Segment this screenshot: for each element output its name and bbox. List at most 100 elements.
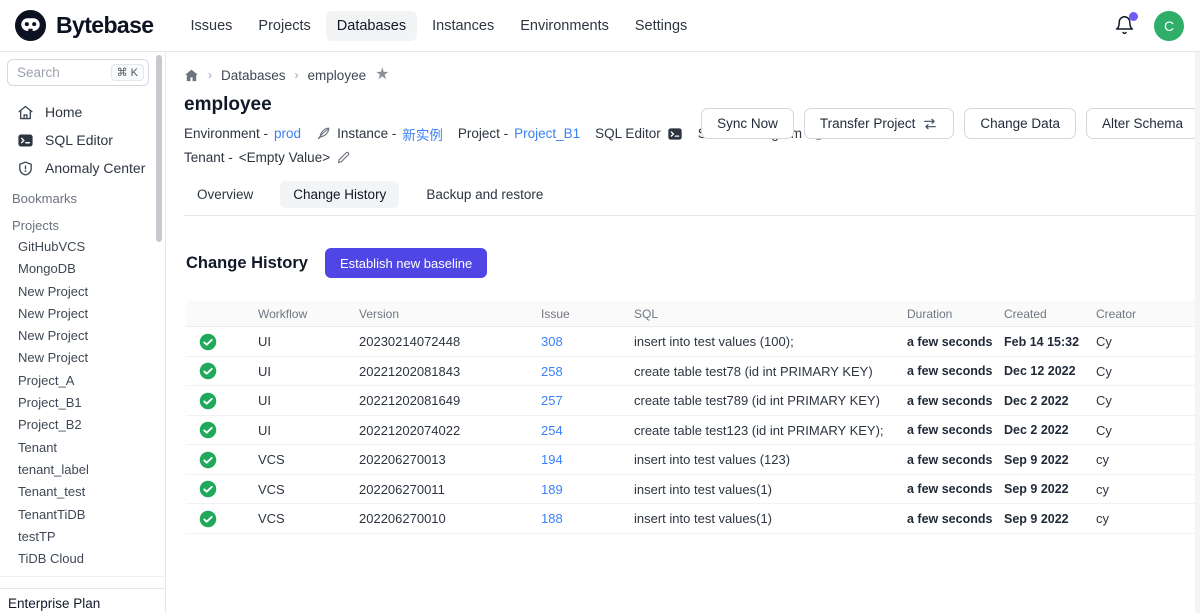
status-success-icon [186,480,258,498]
cell-version: 20221202074022 [359,423,541,438]
instance-link[interactable]: 新实例 [402,124,443,144]
cell-workflow: VCS [258,511,359,526]
top-bar-right: C [1114,11,1184,41]
sidebar-section-projects: Projects [0,209,165,236]
app-window: Bytebase IssuesProjectsDatabasesInstance… [0,0,1200,613]
search-input[interactable]: Search ⌘ K [7,59,149,86]
alter-schema-button[interactable]: Alter Schema [1086,108,1199,139]
cell-issue-link[interactable]: 308 [541,334,634,349]
change-history-section: Change History Establish new baseline Wo… [180,240,1200,534]
cell-issue-link[interactable]: 254 [541,423,634,438]
environment-link[interactable]: prod [274,126,301,141]
cell-issue-link[interactable]: 194 [541,452,634,467]
cell-creator: cy [1096,482,1195,497]
cell-workflow: UI [258,364,359,379]
table-row[interactable]: VCS 202206270013 194 insert into test va… [186,445,1195,475]
status-success-icon [186,451,258,469]
edit-tenant-pencil-icon[interactable] [336,150,351,165]
cell-workflow: VCS [258,452,359,467]
transfer-arrows-icon [922,116,938,132]
avatar[interactable]: C [1154,11,1184,41]
top-bar: Bytebase IssuesProjectsDatabasesInstance… [0,0,1200,52]
page-scrollbar[interactable] [1195,52,1200,613]
breadcrumb-item-databases[interactable]: Databases [221,68,286,83]
favorite-star-icon[interactable]: ★ [375,67,389,83]
sidebar-project-item[interactable]: GitHubVCS [0,236,165,258]
transfer-project-button[interactable]: Transfer Project [804,108,955,139]
table-row[interactable]: UI 20221202081843 258 create table test7… [186,357,1195,387]
cell-created: Sep 9 2022 [1004,512,1096,526]
column-created: Created [1004,307,1096,321]
notification-dot [1129,12,1138,21]
cell-workflow: UI [258,334,359,349]
sidebar-item-label: SQL Editor [45,132,113,148]
cell-issue-link[interactable]: 188 [541,511,634,526]
cell-creator: Cy [1096,364,1195,379]
sidebar-project-item[interactable]: Project_A [0,370,165,392]
engine-icon [316,126,331,141]
sidebar-project-item[interactable]: Project_B1 [0,392,165,414]
table-row[interactable]: VCS 202206270010 188 insert into test va… [186,504,1195,534]
notifications-button[interactable] [1114,15,1136,37]
cell-duration: a few seconds [907,335,1004,349]
sidebar-item-home[interactable]: Home [0,98,165,126]
table-row[interactable]: UI 20221202081649 257 create table test7… [186,386,1195,416]
tab[interactable]: Overview [184,181,266,208]
cell-duration: a few seconds [907,394,1004,408]
table-row[interactable]: VCS 202206270011 189 insert into test va… [186,475,1195,505]
status-success-icon [186,392,258,410]
sidebar-project-item[interactable]: New Project [0,347,165,369]
sync-now-button[interactable]: Sync Now [701,108,794,139]
sidebar-project-item[interactable]: Project_B2 [0,414,165,436]
cell-creator: Cy [1096,423,1195,438]
sidebar-item-anomaly-center[interactable]: Anomaly Center [0,154,165,182]
top-nav-item[interactable]: Environments [509,11,620,41]
breadcrumb-item-employee[interactable]: employee [308,68,367,83]
meta-sql-editor-link[interactable]: SQL Editor [595,126,683,142]
cell-creator: Cy [1096,334,1195,349]
brand-home-link[interactable]: Bytebase [14,9,153,42]
sidebar-section-bookmarks: Bookmarks [0,182,165,209]
sidebar-project-item[interactable]: MongoDB [0,258,165,280]
project-link[interactable]: Project_B1 [514,126,580,141]
sidebar-project-item[interactable]: TenantTiDB [0,504,165,526]
table-row[interactable]: UI 20230214072448 308 insert into test v… [186,327,1195,357]
top-nav-item[interactable]: Issues [179,11,243,41]
cell-creator: cy [1096,511,1195,526]
tab[interactable]: Backup and restore [413,181,556,208]
column-version: Version [359,307,541,321]
sql-editor-icon [17,132,34,149]
establish-baseline-button[interactable]: Establish new baseline [325,248,487,278]
sidebar-scrollbar[interactable] [156,55,162,242]
meta-instance: Instance - 新实例 [316,124,443,144]
cell-issue-link[interactable]: 258 [541,364,634,379]
tab[interactable]: Change History [280,181,399,208]
sidebar-project-item[interactable]: New Project [0,281,165,303]
column-creator: Creator [1096,307,1195,321]
table-row[interactable]: UI 20221202074022 254 create table test1… [186,416,1195,446]
sidebar-project-item[interactable]: Tenant [0,437,165,459]
sidebar-project-item[interactable]: TiDB Cloud [0,548,165,570]
cell-creator: Cy [1096,393,1195,408]
top-nav-item[interactable]: Instances [421,11,505,41]
sidebar-project-item[interactable]: tenant_label [0,459,165,481]
breadcrumb: › Databases › employee ★ [184,67,1200,83]
plan-badge[interactable]: Enterprise Plan [0,588,165,613]
sidebar-project-item[interactable]: testTP [0,526,165,548]
sidebar-project-item[interactable]: New Project [0,303,165,325]
sidebar-project-item[interactable]: New Project [0,325,165,347]
cell-duration: a few seconds [907,482,1004,496]
sidebar-item-label: Anomaly Center [45,160,145,176]
meta-environment: Environment - prod [184,126,301,141]
cell-issue-link[interactable]: 257 [541,393,634,408]
change-data-button[interactable]: Change Data [964,108,1076,139]
sidebar-item-sql-editor[interactable]: SQL Editor [0,126,165,154]
top-nav-item[interactable]: Projects [247,11,321,41]
cell-sql: create table test78 (id int PRIMARY KEY) [634,364,907,379]
sidebar-project-item[interactable]: Tenant_test [0,481,165,503]
top-nav-item[interactable]: Settings [624,11,698,41]
database-tabs: Overview Change History Backup and restore [184,181,1200,216]
breadcrumb-home-icon[interactable] [184,68,199,83]
top-nav-item[interactable]: Databases [326,11,417,41]
cell-issue-link[interactable]: 189 [541,482,634,497]
